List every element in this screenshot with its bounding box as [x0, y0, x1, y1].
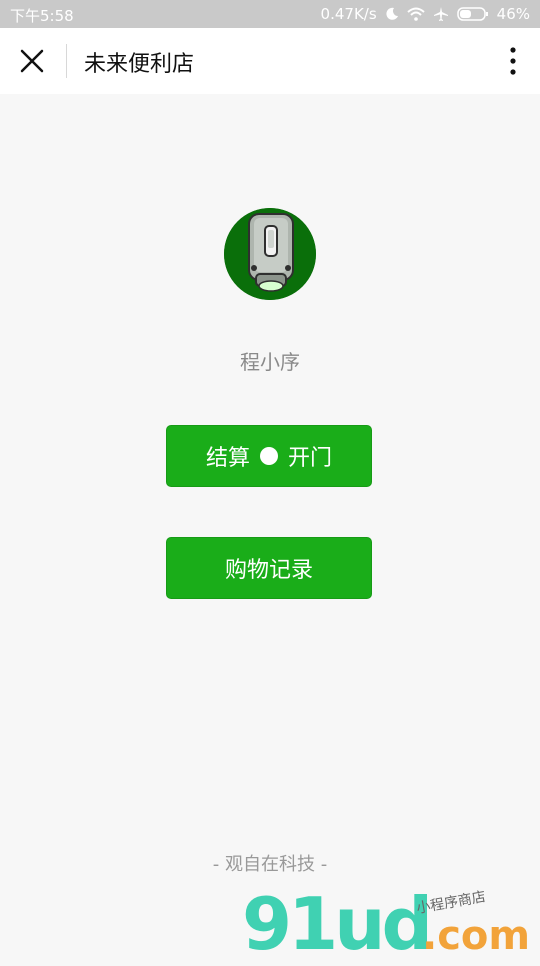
- watermark: 91ud 小程序商店 .com: [236, 880, 536, 960]
- footer-text: - 观自在科技 -: [212, 854, 328, 875]
- status-bar: 下午5:58 0.47K/s 46%: [0, 0, 540, 28]
- airplane-icon: [433, 6, 449, 22]
- status-time: 下午5:58: [10, 7, 74, 25]
- dot-icon: [260, 447, 278, 465]
- wifi-icon: [406, 7, 425, 21]
- checkout-label: 结算: [205, 446, 250, 471]
- network-speed: 0.47K/s: [320, 5, 377, 23]
- nav-bar: 未来便利店: [0, 28, 540, 94]
- close-icon[interactable]: [16, 45, 48, 77]
- avatar: [224, 208, 316, 300]
- page-title: 未来便利店: [84, 52, 195, 77]
- shopping-records-button[interactable]: 购物记录: [166, 537, 372, 599]
- watermark-domain: .com: [422, 913, 531, 959]
- checkout-open-door-button[interactable]: 结算 开门: [166, 425, 372, 487]
- battery-level: 46%: [496, 5, 530, 23]
- nav-divider: [66, 44, 67, 78]
- status-right-group: 0.47K/s 46%: [321, 5, 530, 23]
- robot-avatar-icon: [224, 208, 316, 300]
- open-door-label: 开门: [288, 446, 333, 471]
- user-name: 程小序: [240, 350, 300, 374]
- shopping-records-label: 购物记录: [224, 558, 313, 583]
- moon-icon: [385, 7, 399, 21]
- watermark-logo: 91ud: [242, 882, 433, 966]
- battery-icon: [456, 7, 489, 21]
- more-vertical-icon[interactable]: [508, 46, 518, 76]
